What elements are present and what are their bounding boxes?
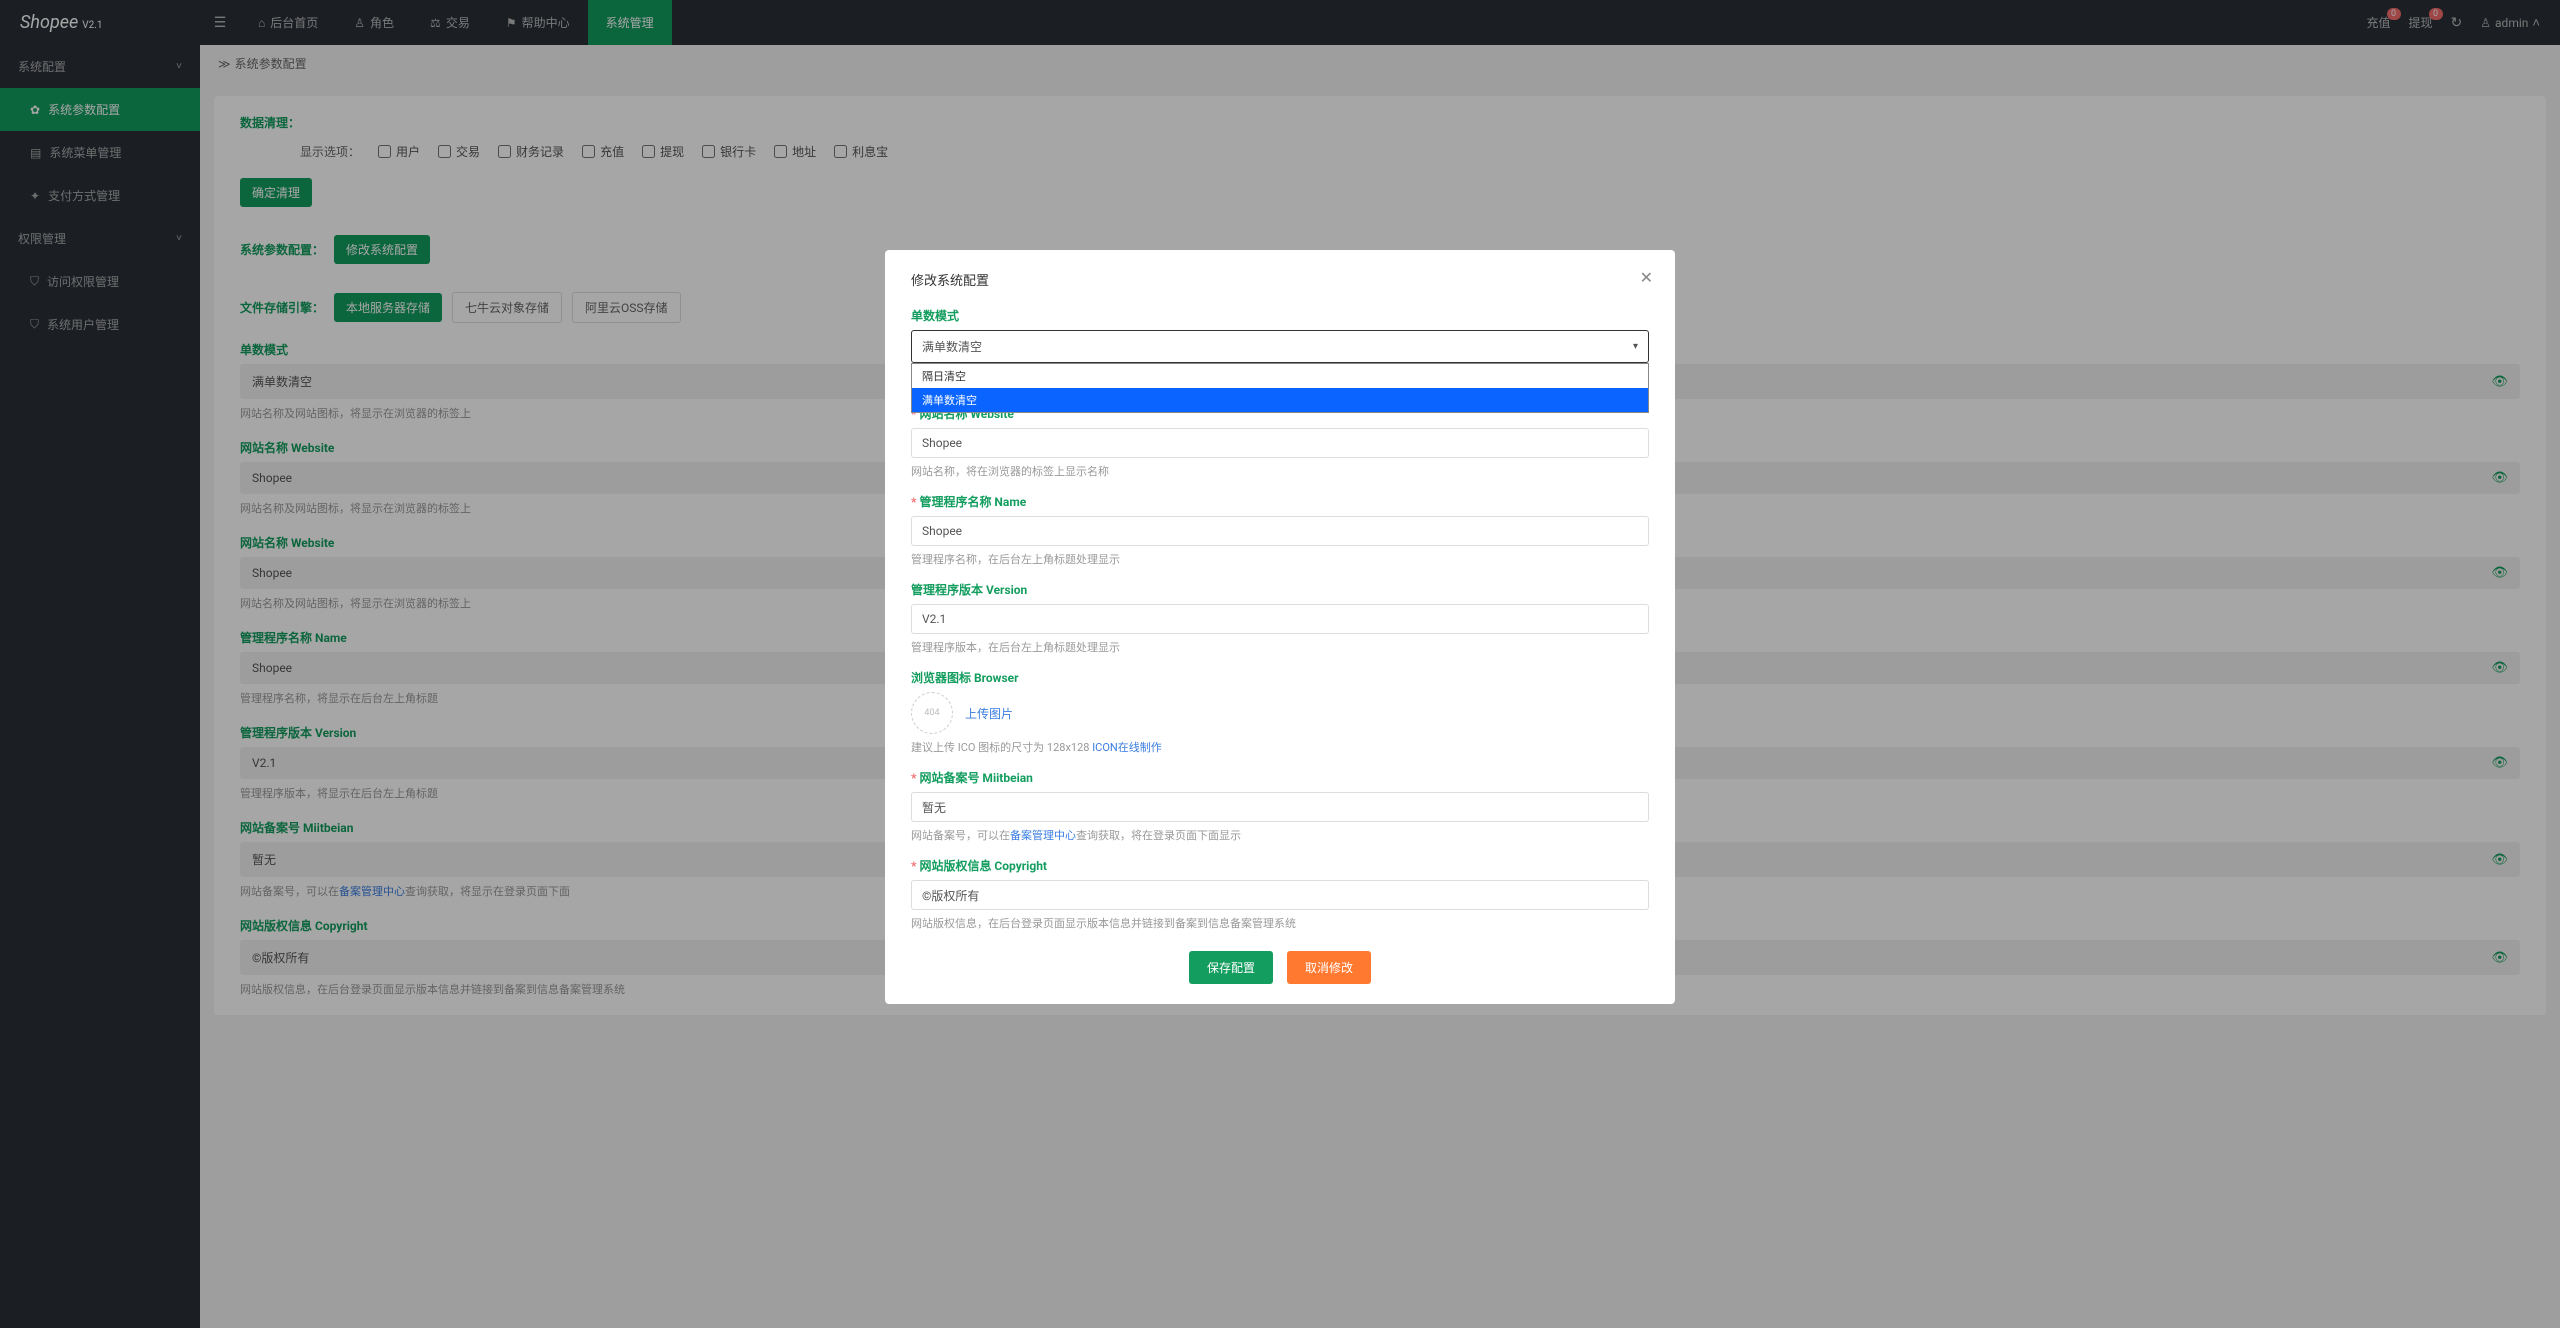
select-display[interactable]: 满单数清空 ▾ bbox=[911, 330, 1649, 363]
select-option-0[interactable]: 隔日清空 bbox=[912, 364, 1648, 388]
field-label-mgrname: *管理程序名称 Name bbox=[911, 493, 1649, 510]
beian-link[interactable]: 备案管理中心 bbox=[1010, 829, 1076, 842]
miit-input[interactable] bbox=[911, 792, 1649, 822]
save-config-button[interactable]: 保存配置 bbox=[1189, 951, 1273, 984]
mgrver-input[interactable] bbox=[911, 604, 1649, 634]
select-value: 满单数清空 bbox=[922, 338, 982, 355]
icon-maker-link[interactable]: ICON在线制作 bbox=[1092, 741, 1162, 754]
modal-backdrop: 修改系统配置 ✕ 单数模式 满单数清空 ▾ 隔日清空 满单数清空 bbox=[0, 0, 2560, 1328]
modal-title: 修改系统配置 bbox=[911, 270, 1649, 289]
field-hint: 网站名称，将在浏览器的标签上显示名称 bbox=[911, 463, 1649, 479]
sitename-input[interactable] bbox=[911, 428, 1649, 458]
field-hint: 网站版权信息，在后台登录页面显示版本信息并链接到备案到信息备案管理系统 bbox=[911, 915, 1649, 931]
upload-image-link[interactable]: 上传图片 bbox=[965, 705, 1013, 722]
field-label-mode: 单数模式 bbox=[911, 307, 1649, 324]
select-dropdown: 隔日清空 满单数清空 bbox=[911, 363, 1649, 413]
caret-down-icon: ▾ bbox=[1633, 341, 1638, 352]
cancel-edit-button[interactable]: 取消修改 bbox=[1287, 951, 1371, 984]
edit-config-modal: 修改系统配置 ✕ 单数模式 满单数清空 ▾ 隔日清空 满单数清空 bbox=[885, 250, 1675, 1004]
select-option-1[interactable]: 满单数清空 bbox=[912, 388, 1648, 412]
mode-select[interactable]: 满单数清空 ▾ 隔日清空 满单数清空 bbox=[911, 330, 1649, 363]
field-label-mgrver: 管理程序版本 Version bbox=[911, 581, 1649, 598]
copyright-input[interactable] bbox=[911, 880, 1649, 910]
field-hint: 管理程序版本，在后台左上角标题处理显示 bbox=[911, 639, 1649, 655]
field-label-browser: 浏览器图标 Browser bbox=[911, 669, 1649, 686]
field-hint: 建议上传 ICO 图标的尺寸为 128x128 ICON在线制作 bbox=[911, 739, 1649, 755]
field-hint: 网站备案号，可以在备案管理中心查询获取，将在登录页面下面显示 bbox=[911, 827, 1649, 843]
upload-placeholder-icon[interactable]: 404 bbox=[911, 692, 953, 734]
close-icon[interactable]: ✕ bbox=[1640, 268, 1653, 287]
mgrname-input[interactable] bbox=[911, 516, 1649, 546]
field-label-miit: *网站备案号 Miitbeian bbox=[911, 769, 1649, 786]
field-hint: 管理程序名称，在后台左上角标题处理显示 bbox=[911, 551, 1649, 567]
field-label-copyright: *网站版权信息 Copyright bbox=[911, 857, 1649, 874]
